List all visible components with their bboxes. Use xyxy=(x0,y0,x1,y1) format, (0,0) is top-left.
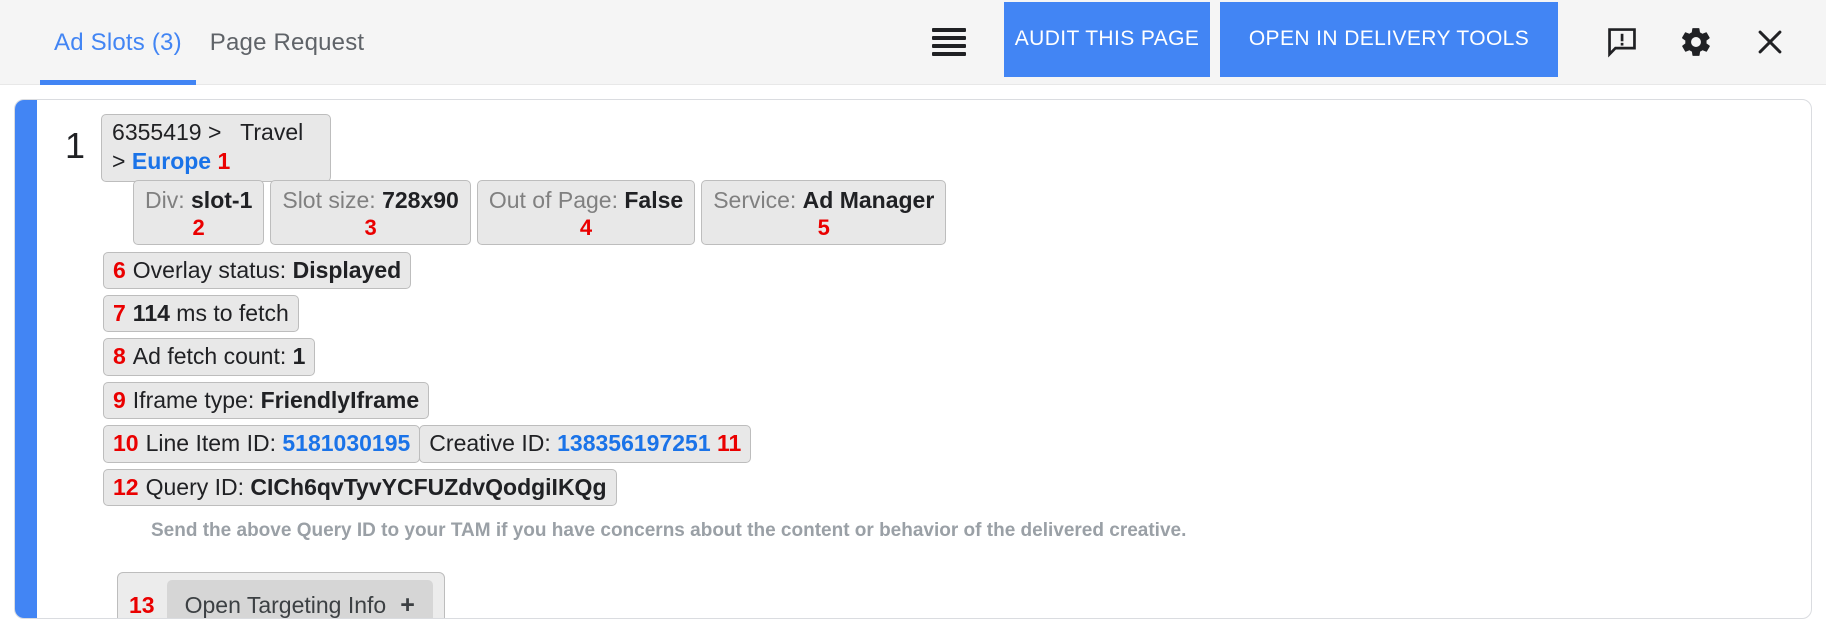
attribute-service: Service: Ad Manager 5 xyxy=(701,180,946,245)
row-line-item-id-value: 5181030195 xyxy=(282,430,410,456)
row-iframe-type-label: Iframe type: xyxy=(133,387,254,413)
row-fetch-count-value: 1 xyxy=(293,343,306,369)
hamburger-bar xyxy=(932,36,966,40)
breadcrumb-last: Europe xyxy=(132,148,211,174)
annotation-marker: 6 xyxy=(113,257,126,283)
attribute-service-label: Service: xyxy=(713,187,796,213)
targeting-chip: 13 Open Targeting Info + xyxy=(117,572,445,619)
audit-this-page-button[interactable]: AUDIT THIS PAGE xyxy=(1004,2,1210,77)
ad-slot-card: 1 6355419 > Travel > Europe 1 Div: slot-… xyxy=(14,99,1812,619)
row-fetch-count-line: 8 Ad fetch count: 1 xyxy=(103,338,1811,375)
tab-page-request-label: Page Request xyxy=(210,29,365,57)
attribute-service-value: Ad Manager xyxy=(803,187,935,213)
annotation-marker: 7 xyxy=(113,300,126,326)
row-fetch-time-label: ms to fetch xyxy=(176,300,288,326)
annotation-marker: 8 xyxy=(113,343,126,369)
tab-ad-slots-label: Ad Slots (3) xyxy=(54,29,182,57)
slot-index: 1 xyxy=(65,114,85,164)
annotation-marker: 2 xyxy=(145,216,252,240)
row-creative-id[interactable]: Creative ID: 138356197251 11 xyxy=(419,425,751,462)
annotation-marker: 4 xyxy=(489,216,683,240)
row-iframe-type-value: FriendlyIframe xyxy=(261,387,420,413)
hamburger-bar xyxy=(932,44,966,48)
tab-page-request[interactable]: Page Request xyxy=(196,0,379,85)
attribute-div-label: Div: xyxy=(145,187,185,213)
attribute-slot-size-value: 728x90 xyxy=(382,187,459,213)
slot-info-rows: 6 Overlay status: Displayed 7 114 ms to fe… xyxy=(37,252,1811,507)
attribute-div-value: slot-1 xyxy=(191,187,252,213)
attribute-slot-size-label: Slot size: xyxy=(282,187,375,213)
hamburger-bar xyxy=(932,52,966,56)
row-fetch-count: 8 Ad fetch count: 1 xyxy=(103,338,315,375)
row-line-item-id[interactable]: 10 Line Item ID: 5181030195 xyxy=(103,425,420,462)
row-iframe-type: 9 Iframe type: FriendlyIframe xyxy=(103,382,429,419)
ad-slot-details: 1 6355419 > Travel > Europe 1 Div: slot-… xyxy=(37,100,1811,618)
row-query-id-line: 12 Query ID: CICh6qvTyvYCFUZdvQodgiIKQg xyxy=(103,469,1811,506)
row-ids-line: 10 Line Item ID: 5181030195 Creative ID: … xyxy=(103,425,1811,462)
annotation-marker: 12 xyxy=(113,474,139,500)
row-fetch-time-value: 114 xyxy=(133,300,170,326)
slot-header: 1 6355419 > Travel > Europe 1 xyxy=(37,114,1811,182)
hamburger-icon[interactable] xyxy=(932,28,966,56)
row-overlay-status: 6 Overlay status: Displayed xyxy=(103,252,411,289)
row-overlay-status-line: 6 Overlay status: Displayed xyxy=(103,252,1811,289)
slot-attribute-row: Div: slot-1 2 Slot size: 728x90 3 Out of… xyxy=(37,180,1811,245)
breadcrumb-network: 6355419 > xyxy=(112,119,221,145)
row-fetch-time: 7 114 ms to fetch xyxy=(103,295,299,332)
row-fetch-count-label: Ad fetch count: xyxy=(133,343,286,369)
annotation-marker: 9 xyxy=(113,387,126,413)
attribute-div: Div: slot-1 2 xyxy=(133,180,264,245)
annotation-marker: 1 xyxy=(217,148,230,174)
open-targeting-info-button[interactable]: Open Targeting Info + xyxy=(167,580,433,619)
row-query-id[interactable]: 12 Query ID: CICh6qvTyvYCFUZdvQodgiIKQg xyxy=(103,469,617,506)
annotation-marker: 10 xyxy=(113,430,139,456)
top-toolbar: Ad Slots (3) Page Request AUDIT THIS PAG… xyxy=(0,0,1826,85)
row-line-item-id-label: Line Item ID: xyxy=(146,430,276,456)
row-iframe-type-line: 9 Iframe type: FriendlyIframe xyxy=(103,382,1811,419)
row-query-id-label: Query ID: xyxy=(146,474,244,500)
row-creative-id-label: Creative ID: xyxy=(429,430,550,456)
close-icon[interactable] xyxy=(1752,24,1788,60)
attribute-out-of-page: Out of Page: False 4 xyxy=(477,180,695,245)
annotation-marker: 5 xyxy=(713,216,934,240)
toolbar-spacer xyxy=(378,0,932,84)
card-accent-bar xyxy=(15,100,37,618)
annotation-marker: 3 xyxy=(282,216,458,240)
attribute-out-of-page-value: False xyxy=(624,187,683,213)
open-targeting-info-label: Open Targeting Info xyxy=(185,592,387,619)
ad-slot-card-container: 1 6355419 > Travel > Europe 1 Div: slot-… xyxy=(0,85,1826,619)
row-query-id-value: CICh6qvTyvYCFUZdvQodgiIKQg xyxy=(250,474,606,500)
annotation-marker: 13 xyxy=(129,592,155,619)
plus-icon: + xyxy=(400,591,415,619)
tab-bar: Ad Slots (3) Page Request xyxy=(0,0,378,84)
row-overlay-status-label: Overlay status: xyxy=(133,257,286,283)
toolbar-icon-group xyxy=(1558,24,1826,60)
row-creative-id-value: 138356197251 xyxy=(557,430,711,456)
ad-unit-breadcrumb[interactable]: 6355419 > Travel > Europe 1 xyxy=(101,114,331,182)
annotation-marker: 11 xyxy=(717,430,741,456)
tab-ad-slots[interactable]: Ad Slots (3) xyxy=(40,0,196,85)
row-overlay-status-value: Displayed xyxy=(293,257,402,283)
targeting-section: 13 Open Targeting Info + xyxy=(37,572,1811,619)
attribute-out-of-page-label: Out of Page: xyxy=(489,187,618,213)
feedback-icon[interactable] xyxy=(1604,24,1640,60)
row-fetch-time-line: 7 114 ms to fetch xyxy=(103,295,1811,332)
id-chip-pair: 10 Line Item ID: 5181030195 Creative ID: … xyxy=(103,425,751,462)
open-in-delivery-tools-button[interactable]: OPEN IN DELIVERY TOOLS xyxy=(1220,2,1558,77)
hamburger-bar xyxy=(932,28,966,32)
attribute-slot-size: Slot size: 728x90 3 xyxy=(270,180,470,245)
gear-icon[interactable] xyxy=(1678,24,1714,60)
query-id-note: Send the above Query ID to your TAM if y… xyxy=(37,520,1811,542)
